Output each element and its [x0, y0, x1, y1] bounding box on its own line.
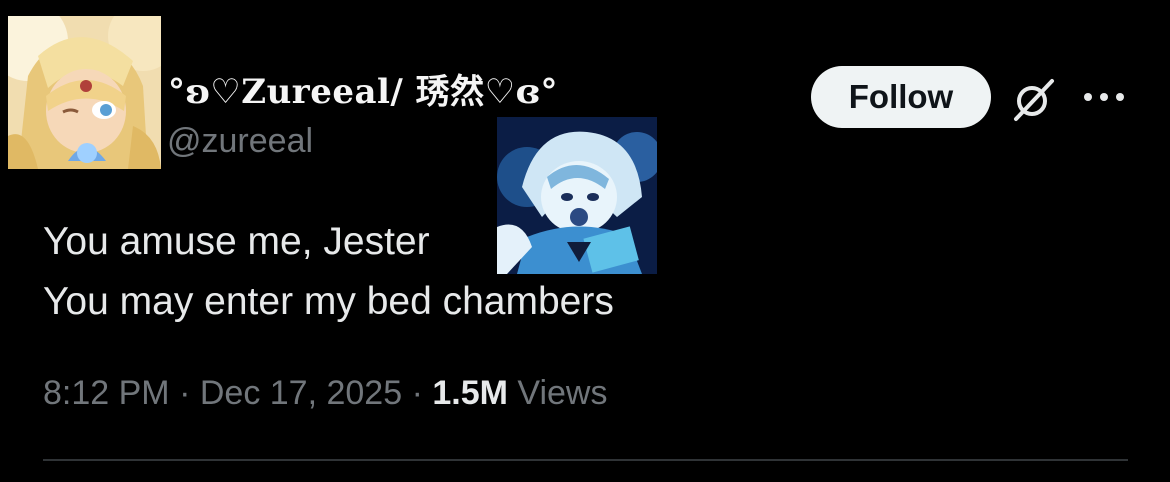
- avatar[interactable]: [8, 16, 161, 169]
- tweet-meta: 8:12 PM · Dec 17, 2025 · 1.5M Views: [43, 371, 608, 415]
- meta-separator: ·: [179, 374, 191, 412]
- meta-separator: ·: [411, 374, 423, 412]
- tweet-text: You amuse me, Jester You may enter my be…: [43, 220, 614, 323]
- views-label: Views: [517, 374, 608, 412]
- more-icon[interactable]: [1083, 88, 1125, 106]
- avatar-image: [8, 16, 161, 169]
- author-display-name[interactable]: °ʚ♡Zureeal/ 琇然♡ɞ°: [168, 72, 558, 112]
- tweet-detail: °ʚ♡Zureeal/ 琇然♡ɞ° @zureeal Follow You am…: [0, 0, 1170, 482]
- grok-icon[interactable]: [1010, 75, 1058, 123]
- more-dots-graphic: [1084, 93, 1124, 101]
- views-count[interactable]: 1.5M: [432, 374, 508, 412]
- grok-icon-graphic: [1014, 79, 1054, 121]
- divider: [43, 459, 1128, 461]
- tweet-time[interactable]: 8:12 PM: [43, 374, 170, 412]
- tweet-date[interactable]: Dec 17, 2025: [200, 374, 402, 412]
- follow-button[interactable]: Follow: [811, 66, 991, 128]
- author-handle[interactable]: @zureeal: [167, 120, 313, 162]
